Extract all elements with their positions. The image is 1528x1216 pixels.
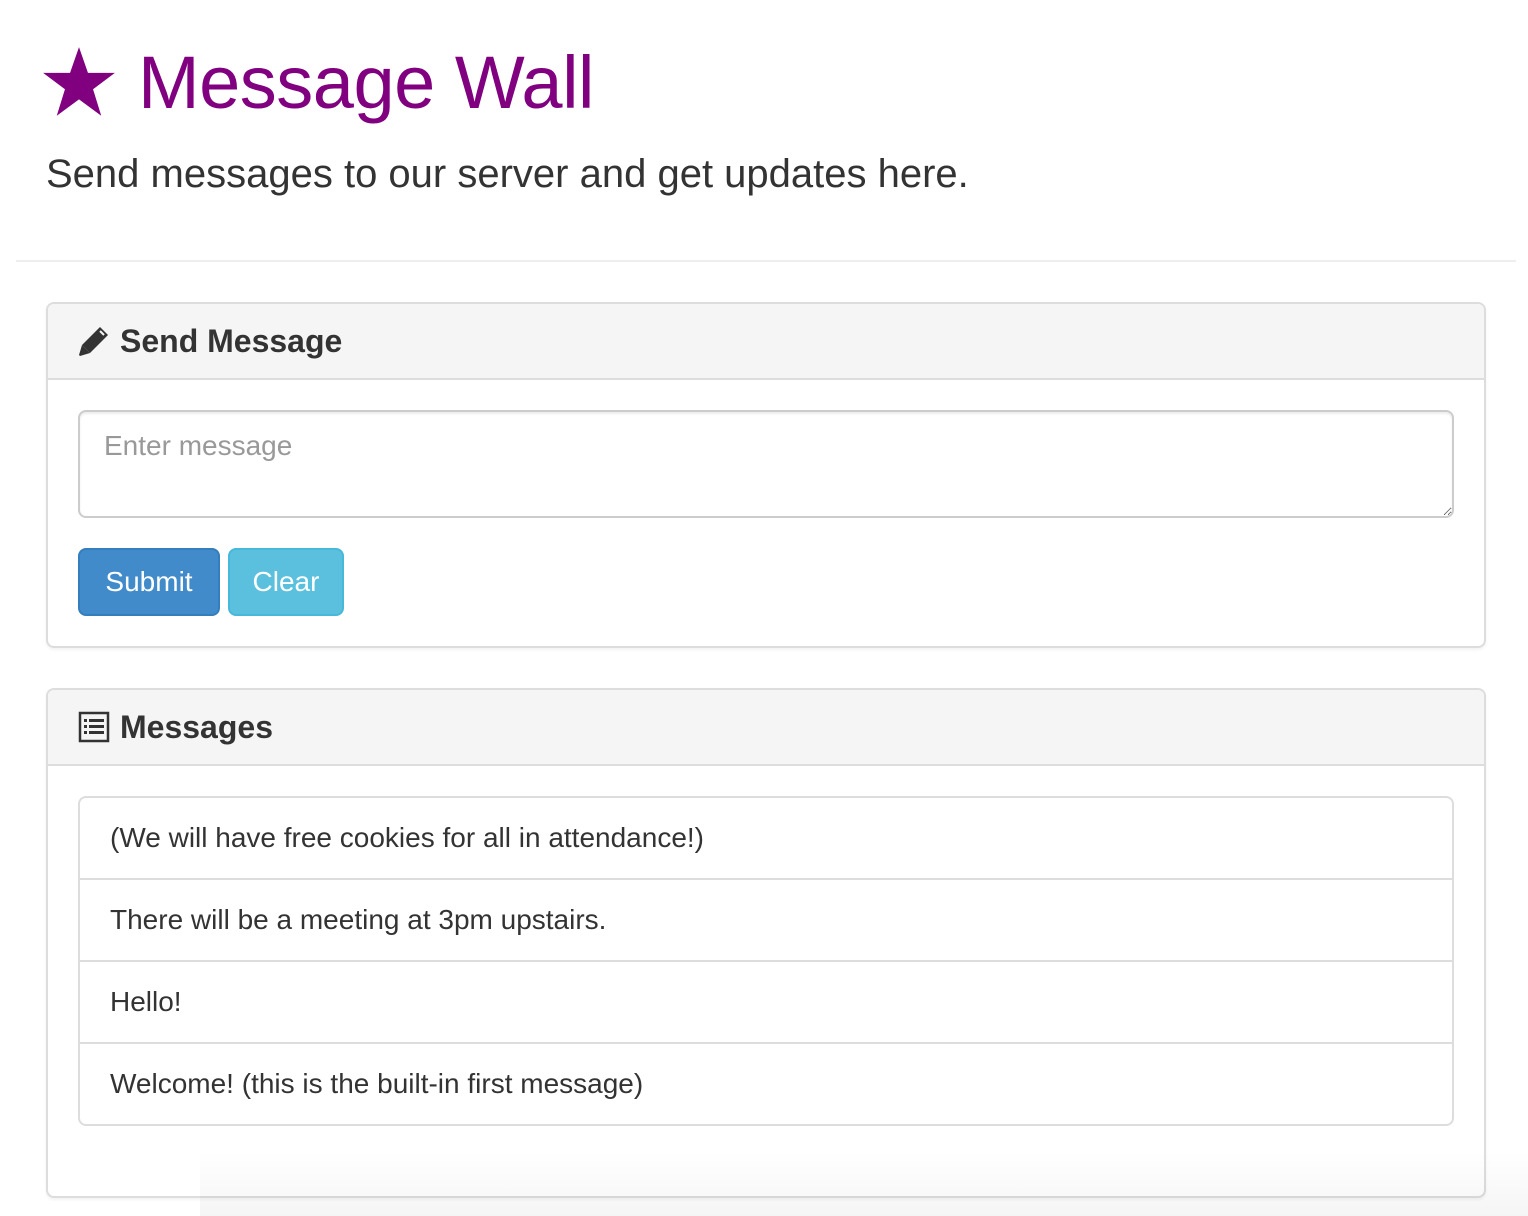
message-item: Welcome! (this is the built-in first mes… — [110, 1068, 644, 1099]
header-divider — [16, 260, 1516, 262]
page-subtitle: Send messages to our server and get upda… — [46, 152, 969, 196]
send-message-panel: Send Message Submit Clear — [46, 302, 1486, 648]
send-message-title: Send Message — [120, 322, 343, 359]
pencil-icon — [79, 327, 108, 356]
messages-title: Messages — [120, 708, 273, 745]
page: Message Wall Send messages to our server… — [0, 0, 1528, 1216]
page-header: Message Wall Send messages to our server… — [0, 0, 1528, 262]
title-row: Message Wall — [40, 38, 594, 128]
message-item: Hello! — [80, 962, 1452, 1044]
star-icon — [43, 47, 115, 116]
messages-panel-heading: Messages — [48, 690, 1484, 766]
message-item: There will be a meeting at 3pm upstairs. — [80, 880, 1452, 962]
message-input[interactable] — [78, 410, 1454, 518]
submit-button[interactable]: Submit — [78, 548, 220, 616]
message-item: (We will have free cookies for all in at… — [80, 798, 1452, 880]
clear-button[interactable]: Clear — [228, 548, 344, 616]
send-message-panel-heading: Send Message — [48, 304, 1484, 380]
list-icon — [78, 711, 110, 743]
messages-list: (We will have free cookies for all in at… — [78, 796, 1454, 1126]
page-title: Message Wall — [138, 41, 594, 124]
messages-panel: Messages (We will have free cookies for … — [46, 688, 1486, 1198]
